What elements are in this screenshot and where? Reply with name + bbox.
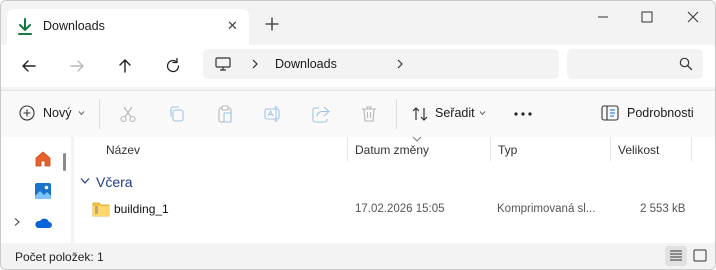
share-icon[interactable] — [311, 104, 331, 124]
gallery-icon[interactable] — [33, 181, 53, 201]
tab-downloads[interactable]: Downloads ✕ — [7, 9, 249, 45]
details-view-button[interactable] — [665, 246, 687, 266]
tiles-view-button[interactable] — [689, 246, 711, 266]
title-bar: Downloads ✕ — [1, 1, 715, 45]
divider — [396, 99, 397, 129]
cut-icon[interactable] — [118, 104, 138, 124]
home-icon[interactable] — [33, 149, 53, 169]
plus-circle-icon — [19, 105, 35, 121]
table-row[interactable]: building_1 17.02.2026 15:05 Komprimovaná… — [74, 197, 715, 221]
search-icon[interactable] — [679, 57, 693, 71]
sort-button-label: Seřadit — [435, 106, 475, 120]
refresh-icon[interactable] — [163, 56, 183, 76]
column-header-name[interactable]: Název — [106, 143, 140, 157]
navigation-bar: Downloads — [1, 45, 715, 87]
maximize-button[interactable] — [637, 9, 657, 25]
sort-icon — [412, 107, 428, 121]
onedrive-icon[interactable] — [33, 213, 53, 233]
column-divider[interactable] — [691, 137, 692, 161]
column-divider[interactable] — [490, 137, 491, 161]
back-arrow-icon[interactable] — [19, 56, 39, 76]
more-options-icon[interactable] — [513, 104, 533, 124]
chevron-right-icon[interactable] — [13, 217, 21, 227]
tiles-view-icon — [693, 249, 707, 262]
sort-ascending-indicator — [412, 136, 422, 142]
column-divider[interactable] — [610, 137, 611, 161]
zip-folder-icon — [92, 202, 110, 217]
column-header-type[interactable]: Typ — [498, 143, 517, 157]
address-bar[interactable]: Downloads — [203, 49, 559, 79]
navigation-scrollbar[interactable] — [63, 153, 66, 171]
file-size: 2 553 kB — [640, 203, 686, 215]
column-header-size[interactable]: Velikost — [618, 143, 659, 157]
chevron-right-icon[interactable] — [251, 58, 259, 70]
copy-icon[interactable] — [167, 104, 187, 124]
details-view-icon — [670, 250, 682, 261]
file-name: building_1 — [114, 202, 169, 216]
chevron-down-icon — [479, 111, 486, 116]
chevron-down-icon — [80, 178, 90, 184]
navigation-pane — [1, 137, 71, 243]
download-icon — [18, 18, 32, 35]
up-arrow-icon[interactable] — [115, 56, 135, 76]
paste-icon[interactable] — [215, 104, 235, 124]
forward-arrow-icon[interactable] — [67, 56, 87, 76]
close-window-button[interactable] — [683, 9, 703, 25]
chevron-down-icon — [78, 111, 85, 116]
command-bar: Nový Seřadit Podrobnosti — [1, 90, 715, 138]
this-pc-icon[interactable] — [215, 57, 231, 71]
breadcrumb-downloads[interactable]: Downloads — [275, 57, 337, 71]
column-divider[interactable] — [347, 137, 348, 161]
file-type: Komprimovaná sl... — [497, 203, 596, 215]
rename-icon[interactable] — [263, 104, 283, 124]
group-label: Včera — [96, 174, 133, 190]
details-pane-icon — [601, 105, 619, 121]
tab-close-button[interactable]: ✕ — [227, 18, 238, 34]
new-button-label: Nový — [43, 106, 72, 120]
new-tab-button[interactable] — [263, 15, 281, 33]
sort-button[interactable]: Seřadit — [409, 103, 489, 125]
file-modified: 17.02.2026 15:05 — [355, 203, 445, 215]
column-header-date[interactable]: Datum změny — [355, 143, 429, 157]
explorer-window: Downloads ✕ Downloads Nový Seřadit Podro… — [0, 0, 716, 270]
chevron-right-icon[interactable] — [396, 58, 404, 70]
details-pane-label: Podrobnosti — [627, 106, 694, 120]
search-input[interactable] — [567, 49, 703, 79]
file-list: Název Datum změny Typ Velikost Včera bui… — [74, 136, 715, 243]
divider — [99, 99, 100, 129]
status-bar: Počet položek: 1 — [1, 243, 715, 269]
new-button[interactable]: Nový — [13, 103, 89, 125]
tab-title: Downloads — [43, 19, 105, 33]
delete-icon[interactable] — [359, 104, 379, 124]
item-count: Počet položek: 1 — [15, 250, 104, 264]
minimize-button[interactable] — [593, 9, 613, 25]
details-pane-button[interactable]: Podrobnosti — [601, 103, 701, 125]
